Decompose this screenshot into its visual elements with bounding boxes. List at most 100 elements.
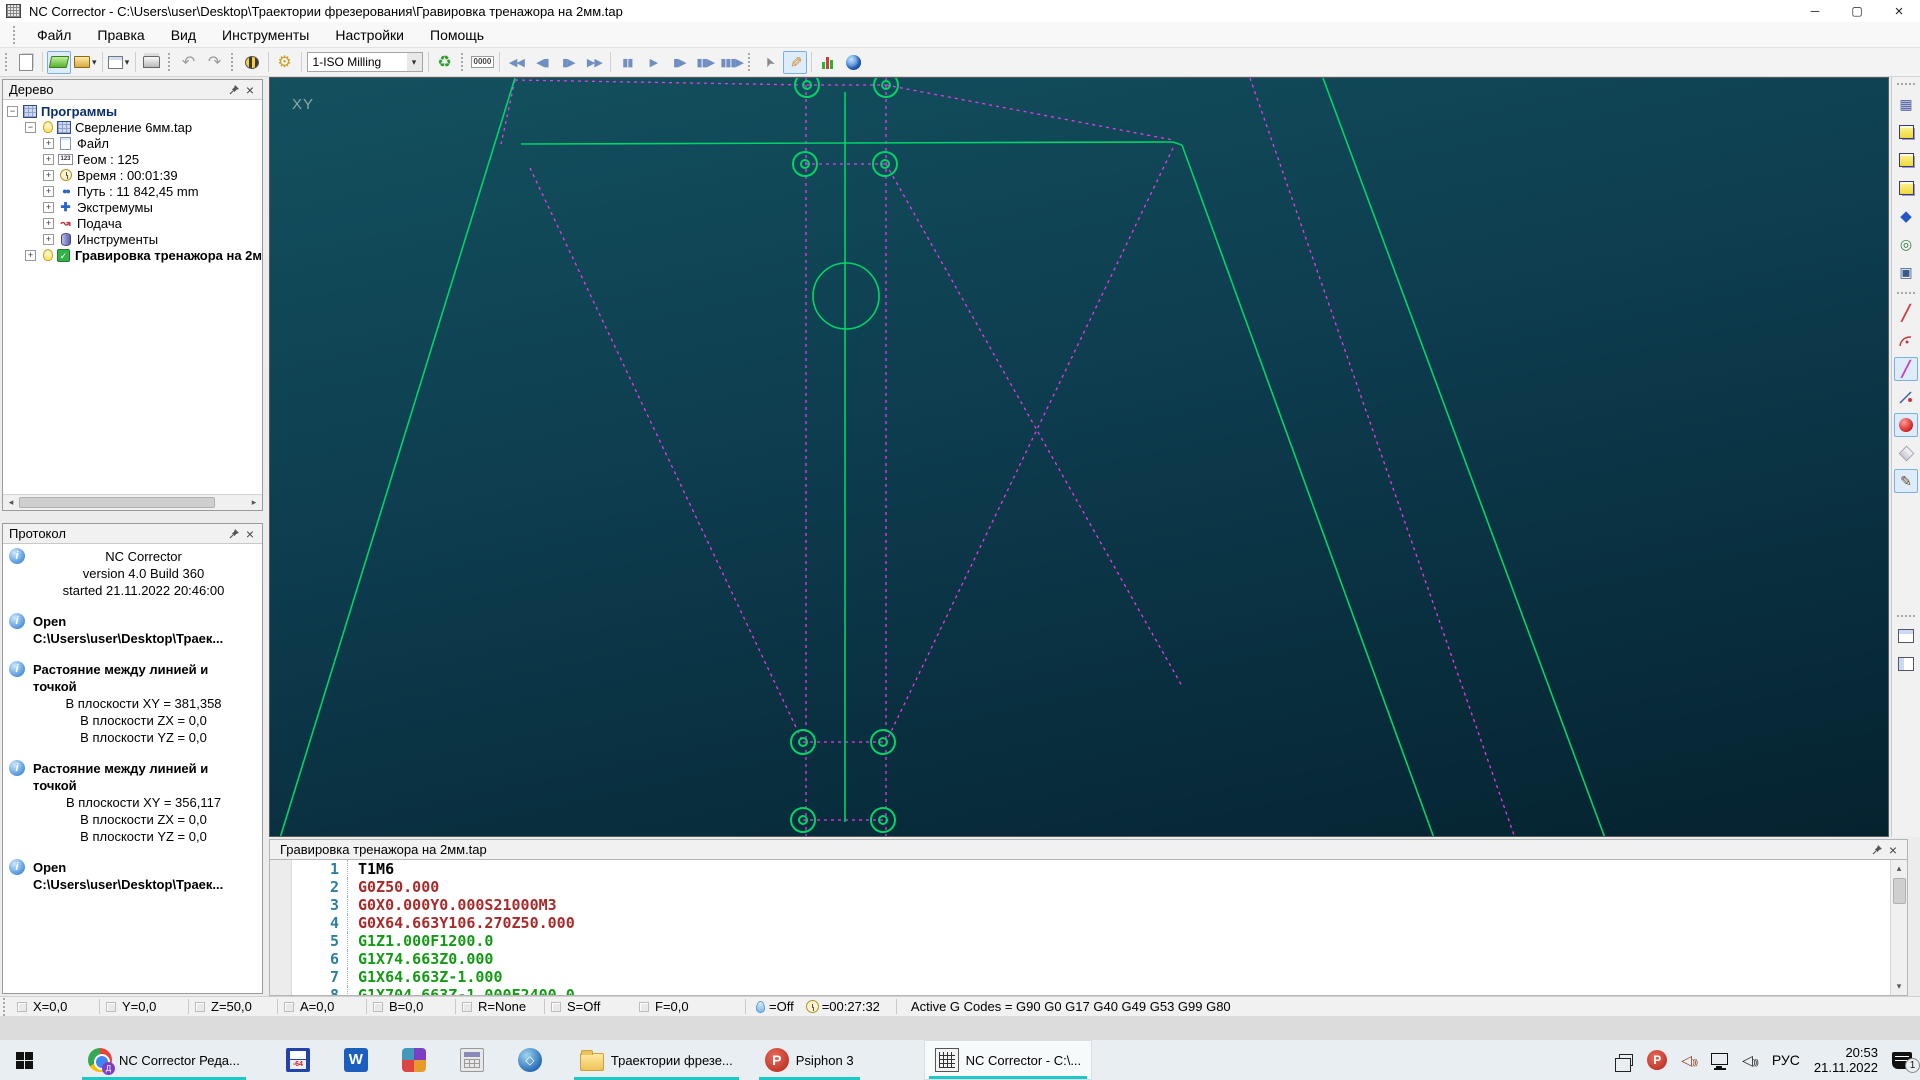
dropdown-arrow-icon[interactable]: ▾ xyxy=(125,57,130,68)
psiphon-tray-icon[interactable]: P xyxy=(1647,1050,1667,1070)
statistics-button[interactable] xyxy=(816,51,840,74)
view-side-button[interactable] xyxy=(1894,176,1918,200)
scroll-right-icon[interactable]: ▸ xyxy=(246,495,262,510)
menu-view[interactable]: Вид xyxy=(158,24,209,46)
notification-center-icon[interactable]: 1 xyxy=(1892,1052,1912,1069)
lightbulb-icon[interactable] xyxy=(43,249,53,261)
view-top-button[interactable] xyxy=(1894,120,1918,144)
code-line[interactable]: 4G0X64.663Y106.270Z50.000 xyxy=(292,914,1890,932)
checkbox-icon[interactable] xyxy=(284,1002,294,1012)
taskbar-word[interactable]: W xyxy=(334,1040,378,1080)
menu-edit[interactable]: Правка xyxy=(84,24,157,46)
pause-button[interactable]: ▮▮ xyxy=(615,51,639,74)
tree-node-program1[interactable]: − Сверление 6мм.tap xyxy=(3,119,262,135)
zoom-window-button[interactable]: ▣ xyxy=(1894,260,1918,284)
select-cursor-button[interactable]: ➤ xyxy=(757,51,781,74)
tile-windows-button[interactable]: ▦ xyxy=(1894,92,1918,116)
code-line[interactable]: 7G1X64.663Z-1.000 xyxy=(292,968,1890,986)
skip-to-start-button[interactable]: ◀◀ xyxy=(504,51,528,74)
measure-arc-button[interactable] xyxy=(1894,329,1918,353)
dropdown-arrow-icon[interactable]: ▾ xyxy=(92,57,97,68)
collapse-icon[interactable]: − xyxy=(25,122,36,133)
tree-node-geometry[interactable]: + 123 Геом : 125 xyxy=(3,151,262,167)
print-button[interactable] xyxy=(140,51,164,74)
scroll-down-icon[interactable]: ▾ xyxy=(1891,979,1907,994)
toolpath-viewport[interactable]: XY xyxy=(269,77,1889,837)
menu-tools[interactable]: Инструменты xyxy=(209,24,322,46)
tree-node-program2[interactable]: + ✓ Гравировка тренажора на 2м xyxy=(3,247,262,263)
taskbar-nc-editor[interactable]: NC Corrector Реда... xyxy=(78,1040,250,1080)
checkbox-icon[interactable] xyxy=(195,1002,205,1012)
taskbar-total-commander[interactable] xyxy=(276,1040,320,1080)
speaker-icon[interactable]: ◁))) xyxy=(1681,1052,1697,1069)
code-line[interactable]: 1T1M6 xyxy=(292,860,1890,878)
lightbulb-icon[interactable] xyxy=(43,121,53,133)
scrollbar-thumb[interactable] xyxy=(1893,878,1906,904)
expand-icon[interactable]: + xyxy=(43,154,54,165)
taskbar-vmware[interactable] xyxy=(508,1040,552,1080)
pin-icon[interactable] xyxy=(226,526,242,542)
tree-node-time[interactable]: + Время : 00:01:39 xyxy=(3,167,262,183)
line-point-button[interactable] xyxy=(1894,385,1918,409)
highlight-point-button[interactable] xyxy=(1894,413,1918,437)
expand-icon[interactable]: + xyxy=(43,218,54,229)
start-button[interactable] xyxy=(0,1040,48,1080)
tree-node-tools[interactable]: + Инструменты xyxy=(3,231,262,247)
menu-file[interactable]: Файл xyxy=(24,24,84,46)
measure-button[interactable]: ✎ xyxy=(783,51,807,74)
code-line[interactable]: 2G0Z50.000 xyxy=(292,878,1890,896)
play-speed1-button[interactable]: ▮▶ xyxy=(667,51,691,74)
taskbar-psiphon[interactable]: P Psiphon 3 xyxy=(755,1040,864,1080)
postprocessor-select[interactable]: 1-ISO Milling ▾ xyxy=(307,52,423,72)
taskbar-color-app[interactable] xyxy=(392,1040,436,1080)
view-iso-button[interactable]: ◆ xyxy=(1894,204,1918,228)
expand-icon[interactable]: + xyxy=(43,186,54,197)
3d-view-button[interactable] xyxy=(842,51,866,74)
volume-icon[interactable]: ◁))) xyxy=(1742,1052,1758,1069)
play-speed3-button[interactable]: ▮▮▮▶ xyxy=(719,51,744,74)
collapse-icon[interactable]: − xyxy=(7,106,18,117)
code-editor[interactable]: 1T1M6 2G0Z50.000 3G0X0.000Y0.000S21000M3… xyxy=(269,860,1908,996)
taskbar-calculator[interactable] xyxy=(450,1040,494,1080)
layout-left-button[interactable] xyxy=(1894,652,1918,676)
expand-icon[interactable]: + xyxy=(25,250,36,261)
maximize-button[interactable]: ▢ xyxy=(1836,0,1878,22)
expand-icon[interactable]: + xyxy=(43,170,54,181)
play-speed2-button[interactable]: ▮▮▶ xyxy=(693,51,717,74)
close-icon[interactable]: × xyxy=(242,526,258,542)
checkbox-icon[interactable] xyxy=(551,1002,561,1012)
scrollbar-thumb[interactable] xyxy=(19,497,215,508)
menu-settings[interactable]: Настройки xyxy=(322,24,417,46)
tree-node-programs[interactable]: − Программы xyxy=(3,103,262,119)
chevron-down-icon[interactable]: ▾ xyxy=(407,53,422,71)
open-file-button[interactable] xyxy=(47,51,71,74)
network-display-icon[interactable] xyxy=(1711,1053,1728,1065)
code-line[interactable]: 6G1X74.663Z0.000 xyxy=(292,950,1890,968)
pin-icon[interactable] xyxy=(1869,842,1885,858)
tray-clock[interactable]: 20:53 21.11.2022 xyxy=(1814,1045,1878,1075)
view-front-button[interactable] xyxy=(1894,148,1918,172)
undo-button[interactable]: ↶ xyxy=(177,51,201,74)
code-line[interactable]: 8G1X704.663Z-1.000F2400.0 xyxy=(292,986,1890,996)
step-back-button[interactable]: ◀▮ xyxy=(530,51,554,74)
code-line[interactable]: 5G1Z1.000F1200.0 xyxy=(292,932,1890,950)
checkbox-icon[interactable] xyxy=(106,1002,116,1012)
checkbox-icon[interactable] xyxy=(462,1002,472,1012)
code-lines[interactable]: 1T1M6 2G0Z50.000 3G0X0.000Y0.000S21000M3… xyxy=(292,860,1890,995)
close-icon[interactable]: × xyxy=(242,82,258,98)
menu-help[interactable]: Помощь xyxy=(417,24,497,46)
checkbox-icon[interactable] xyxy=(639,1002,649,1012)
scroll-up-icon[interactable]: ▴ xyxy=(1891,861,1907,876)
close-button[interactable]: × xyxy=(1878,0,1920,22)
skip-to-end-button[interactable]: ▶▶ xyxy=(582,51,606,74)
tool-settings-button[interactable]: ⚙ xyxy=(273,51,297,74)
step-forward-button[interactable]: ▮▶ xyxy=(556,51,580,74)
tree-node-feed[interactable]: + ↝ Подача xyxy=(3,215,262,231)
solid-view-button[interactable] xyxy=(1894,441,1918,465)
measure-line-button[interactable]: ╱ xyxy=(1894,301,1918,325)
measure-distance-button[interactable]: ╱ xyxy=(1894,357,1918,381)
layout-top-button[interactable] xyxy=(1894,624,1918,648)
line-counter-button[interactable]: 0000 xyxy=(470,51,496,74)
tree-node-path[interactable]: + ●● Путь : 11 842,45 mm xyxy=(3,183,262,199)
frame-button[interactable]: ▾ xyxy=(107,51,131,74)
